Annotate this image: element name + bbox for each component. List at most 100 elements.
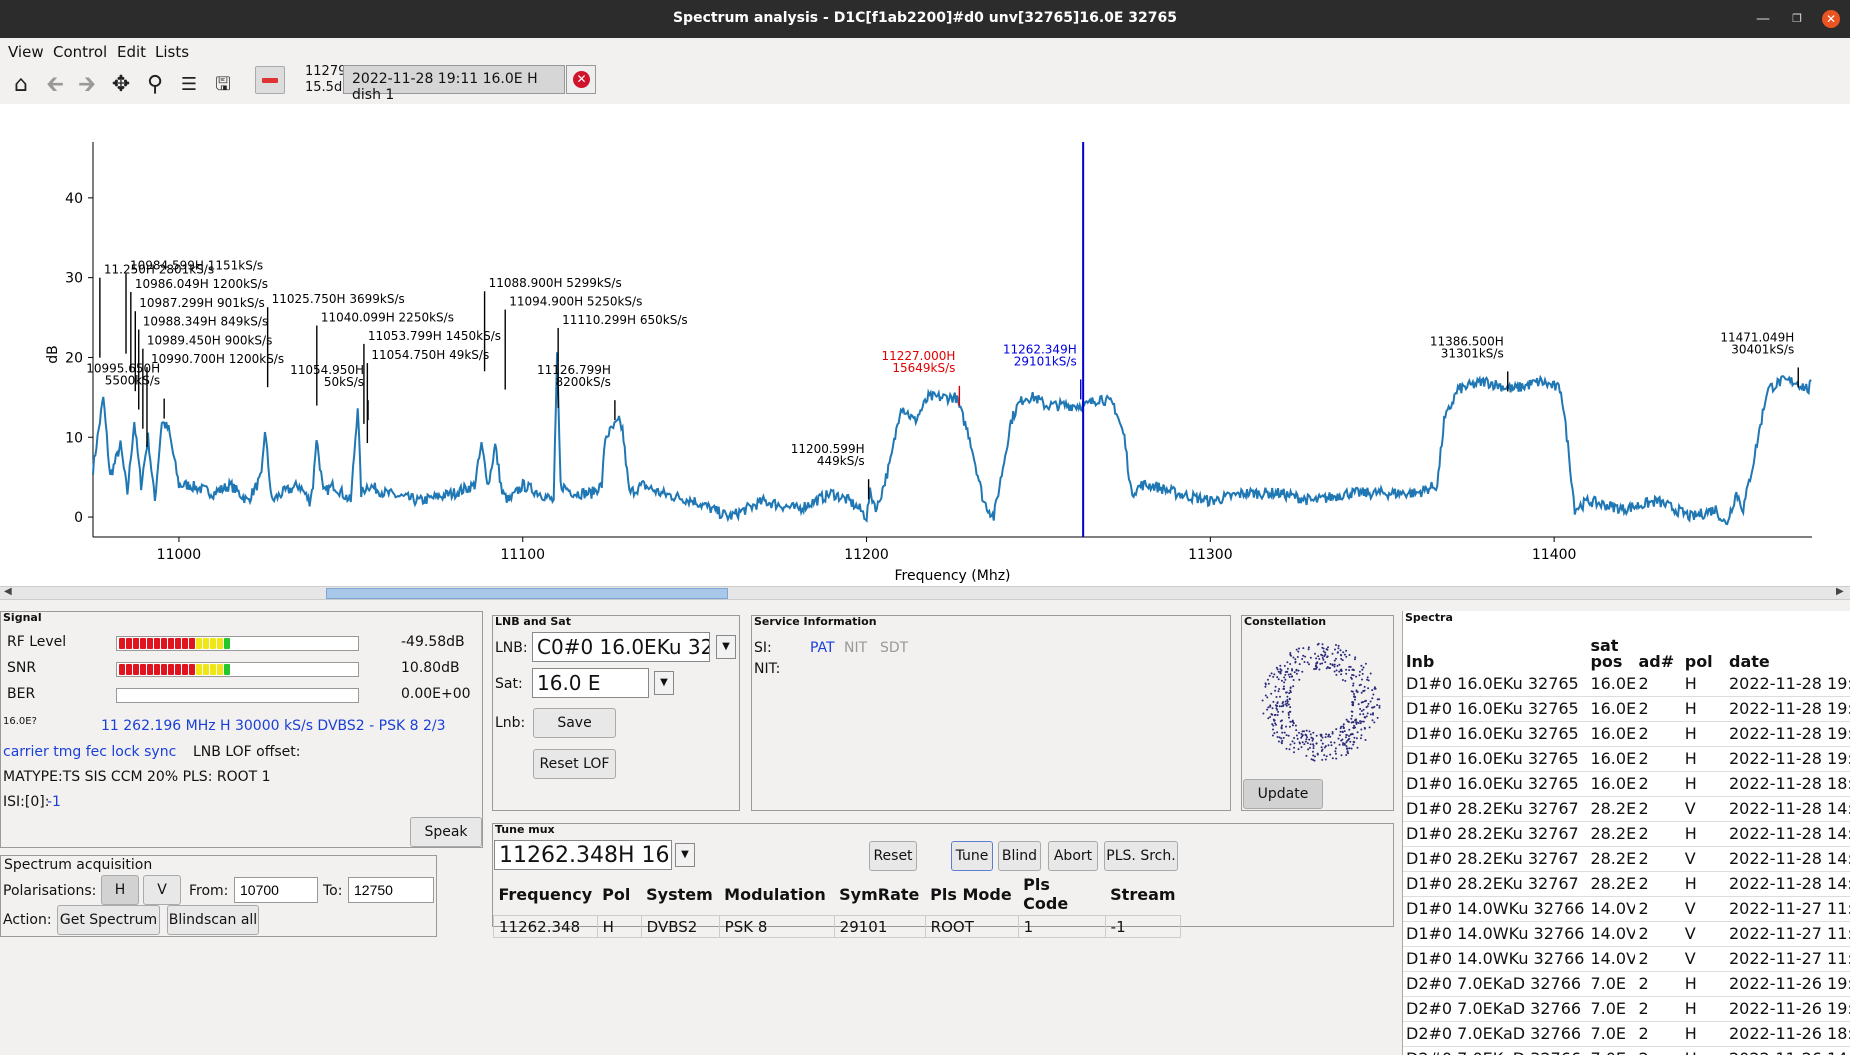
cell-adapter[interactable]: 2 [1635,946,1682,972]
cell-lnb[interactable]: D1#0 28.2EKu 32767 [1403,821,1588,847]
table-row[interactable]: D1#0 14.0WKu 32766 14.0V 2 V 2022-11-27 11:2 [1403,921,1850,947]
save-lnb-button[interactable]: Save [533,708,616,738]
cell-adapter[interactable]: 2 [1635,771,1682,797]
cell-date[interactable]: 2022-11-26 19:0 [1725,996,1850,1022]
col-lnb[interactable]: lnb [1403,631,1587,671]
pol-v-button[interactable]: V [143,875,181,905]
cell-adapter[interactable]: 2 [1635,796,1682,822]
cell-date[interactable]: 2022-11-26 19:1 [1725,971,1850,997]
table-row[interactable]: D2#0 7.0EKaD 327667.0E2H2022-11-26 14:2 [1403,1046,1850,1055]
table-row[interactable]: D1#0 14.0WKu 32766 14.0V 2 V 2022-11-27 11:0 [1403,946,1850,972]
configure-subplots-icon[interactable]: ☰ [176,72,202,98]
forward-arrow-icon[interactable]: 🡲 [74,72,100,98]
get-spectrum-button[interactable]: Get Spectrum [57,905,160,935]
to-frequency-input[interactable] [348,877,434,903]
abort-button[interactable]: Abort [1048,841,1098,871]
table-row[interactable]: 11262.348 H DVBS2 PSK 8 29101 ROOT 1 -1 [493,915,1182,938]
cell-sat-pos[interactable]: 16.0E [1587,746,1636,772]
cell-lnb[interactable]: D2#0 7.0EKaD 32766 [1403,996,1588,1022]
cell-date[interactable]: 2022-11-26 18:5 [1725,1021,1850,1047]
table-row[interactable]: D1#0 28.2EKu 32767 28.2E 2 V 2022-11-28 14:4 [1403,846,1850,872]
spectrum-chart[interactable]: 11000 11100 11200 11300 11400 0 10 20 30 40 Freque… [0,104,1850,586]
cell-sat-pos[interactable]: 7.0E [1587,1046,1636,1055]
constellation-update-button[interactable]: Update [1243,779,1323,809]
cell-sat-pos[interactable]: 28.2E [1587,871,1636,897]
cell-date[interactable]: 2022-11-27 11:2 [1725,921,1850,947]
cell-sat-pos[interactable]: 7.0E [1587,971,1636,997]
cell-date[interactable]: 2022-11-28 14:5 [1725,796,1850,822]
cell-adapter[interactable]: 2 [1635,871,1682,897]
cell-date[interactable]: 2022-11-28 19:1 [1725,671,1850,697]
cell-sat-pos[interactable]: 28.2E [1587,821,1636,847]
spectrum-tag[interactable]: 2022-11-28 19:11 16.0E H dish 1 [343,65,565,103]
cell-adapter[interactable]: 2 [1635,971,1682,997]
cell-sat-pos[interactable]: 16.0E [1587,671,1636,697]
cell-date[interactable]: 2022-11-28 18:4 [1725,771,1850,797]
cell-pol[interactable]: H [1681,746,1726,772]
chevron-down-icon[interactable]: ▼ [675,843,695,867]
cell-date[interactable]: 2022-11-28 14:4 [1725,846,1850,872]
cell-lnb[interactable]: D1#0 28.2EKu 32767 [1403,796,1588,822]
back-arrow-icon[interactable]: 🡰 [42,72,68,98]
scroll-left-icon[interactable]: ◀ [4,586,12,597]
table-row[interactable]: D1#0 28.2EKu 32767 28.2E 2 H 2022-11-28 14:5 [1403,821,1850,847]
cell-modulation[interactable]: PSK 8 [718,915,835,938]
pan-move-icon[interactable]: ✥ [108,72,134,98]
table-row[interactable]: D1#0 28.2EKu 32767 28.2E 2 H 2022-11-28 14:4 [1403,871,1850,897]
cell-stream[interactable]: -1 [1104,915,1182,938]
cell-adapter[interactable]: 2 [1635,896,1682,922]
cell-pol[interactable]: V [1681,846,1726,872]
cell-frequency[interactable]: 11262.348 [493,915,598,938]
chevron-down-icon[interactable]: ▼ [716,635,736,659]
close-icon[interactable]: ✕ [1822,10,1840,28]
cell-date[interactable]: 2022-11-28 14:4 [1725,871,1850,897]
table-row[interactable]: D1#0 16.0EKu 32765 16.0E 2 H 2022-11-28 19:0 [1403,721,1850,747]
mux-select[interactable]: 11262.348H 16. [494,840,672,870]
cell-sat-pos[interactable]: 16.0E [1587,721,1636,747]
cell-pol[interactable]: H [1681,671,1726,697]
table-row[interactable]: D2#0 7.0EKaD 32766 7.0E 2 H 2022-11-26 18:5 [1403,1021,1850,1047]
table-row[interactable]: D2#0 7.0EKaD 32766 7.0E 2 H 2022-11-26 19:0 [1403,996,1850,1022]
cell-lnb[interactable]: D1#0 14.0WKu 32766 [1403,921,1588,947]
pls-search-button[interactable]: PLS. Srch. [1104,841,1178,871]
cell-lnb[interactable]: D1#0 28.2EKu 32767 [1403,846,1588,872]
cell-adapter[interactable]: 2 [1635,671,1682,697]
cell-date[interactable]: 2022-11-26 14:2 [1725,1046,1850,1055]
cell-pol[interactable]: V [1681,921,1726,947]
cell-date[interactable]: 2022-11-27 11:0 [1725,946,1850,972]
cell-date[interactable]: 2022-11-28 19:0 [1725,721,1850,747]
from-frequency-input[interactable] [234,877,318,903]
spectrum-plot-area[interactable]: 11000 11100 11200 11300 11400 0 10 20 30 40 Freque… [0,104,1850,586]
cell-adapter[interactable]: 2 [1635,821,1682,847]
menu-lists[interactable]: Lists [155,43,189,61]
maximize-icon[interactable]: ❐ [1786,8,1808,30]
cell-pol[interactable]: H [1681,721,1726,747]
cell-lnb[interactable]: D2#0 7.0EKaD 32766 [1403,1046,1588,1055]
si-sdt-tab[interactable]: SDT [880,640,908,656]
cell-lnb[interactable]: D2#0 7.0EKaD 32766 [1403,971,1588,997]
menu-view[interactable]: View [8,43,44,61]
cell-sat-pos[interactable]: 14.0V [1587,896,1636,922]
cell-date[interactable]: 2022-11-28 19:0 [1725,696,1850,722]
si-nit-tab[interactable]: NIT [844,640,867,656]
cell-date[interactable]: 2022-11-28 19:0 [1725,746,1850,772]
cell-system[interactable]: DVBS2 [640,915,720,938]
pol-h-button[interactable]: H [101,875,139,905]
cell-pol[interactable]: H [1681,771,1726,797]
speak-button[interactable]: Speak [410,817,482,847]
home-icon[interactable]: ⌂ [8,72,34,98]
minimize-icon[interactable]: — [1752,8,1774,30]
cell-pol[interactable]: H [1681,996,1726,1022]
cell-sat-pos[interactable]: 7.0E [1587,1021,1636,1047]
cell-adapter[interactable]: 2 [1635,696,1682,722]
col-date[interactable]: date [1726,631,1850,671]
table-row[interactable]: D1#0 16.0EKu 32765 16.0E 2 H 2022-11-28 19:0 [1403,746,1850,772]
cell-lnb[interactable]: D1#0 16.0EKu 32765 [1403,771,1588,797]
cell-lnb[interactable]: D2#0 7.0EKaD 32766 [1403,1021,1588,1047]
col-adapter[interactable]: ad# [1635,631,1681,671]
cell-pol[interactable]: V [1681,896,1726,922]
cell-adapter[interactable]: 2 [1635,746,1682,772]
cell-date[interactable]: 2022-11-28 14:5 [1725,821,1850,847]
cell-pol[interactable]: H [1681,971,1726,997]
cell-adapter[interactable]: 2 [1635,1046,1682,1055]
